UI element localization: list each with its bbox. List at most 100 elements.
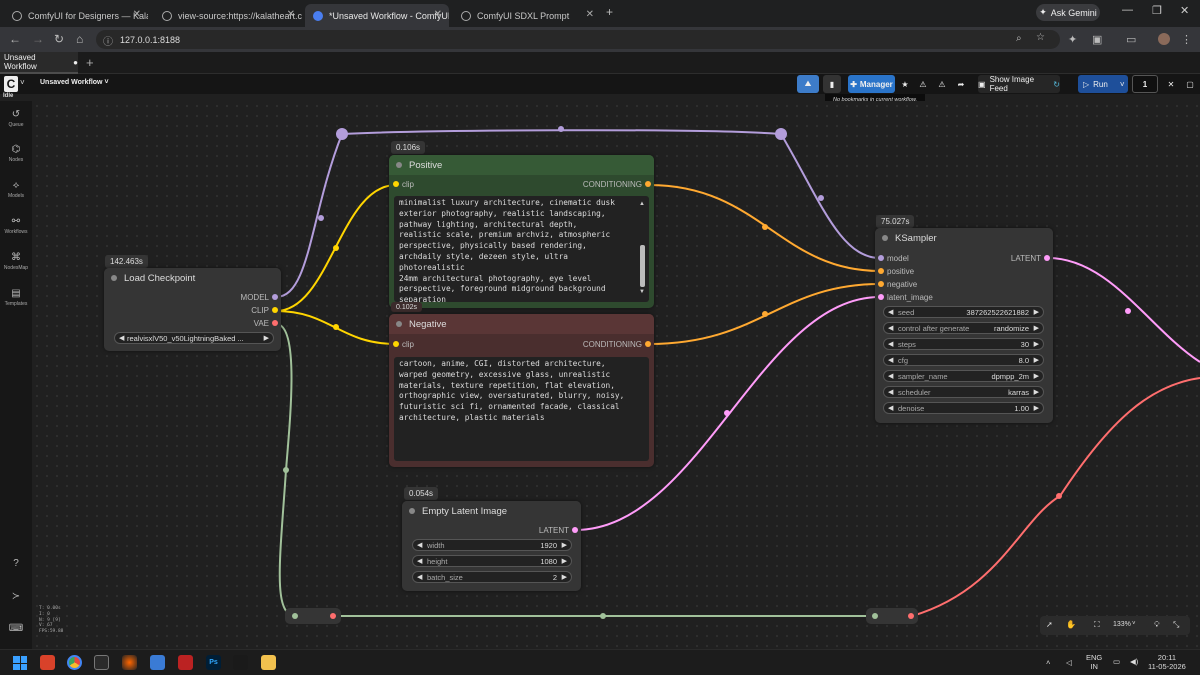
collapse-icon[interactable] — [882, 235, 888, 241]
photoshop-icon[interactable]: Ps — [206, 655, 221, 670]
negative-prompt-node[interactable]: Negative clip CONDITIONING cartoon, anim… — [389, 314, 654, 467]
filezilla-icon[interactable] — [178, 655, 193, 670]
wifi-icon[interactable]: ▭ — [1113, 657, 1120, 666]
node-header[interactable]: Negative — [389, 314, 654, 334]
ksampler-node[interactable]: KSampler model positive negative latent_… — [875, 228, 1053, 423]
file-explorer-icon[interactable] — [261, 655, 276, 670]
output-latent-dot[interactable] — [1044, 255, 1050, 261]
app-icon[interactable] — [233, 655, 248, 670]
arrow-right-icon[interactable]: ▶ — [562, 573, 567, 581]
reroute-node[interactable] — [775, 128, 787, 140]
output-dot[interactable] — [908, 613, 914, 619]
blender-icon[interactable] — [122, 655, 137, 670]
arrow-left-icon[interactable]: ◀ — [417, 557, 422, 565]
network-icon[interactable]: ◁ — [1066, 658, 1072, 667]
input-clip-dot[interactable] — [393, 341, 399, 347]
arrow-right-icon[interactable]: ▶ — [1034, 388, 1039, 396]
link-midpoint[interactable] — [762, 311, 768, 317]
link-midpoint[interactable] — [333, 245, 339, 251]
node-header[interactable]: Positive — [389, 155, 654, 175]
output-vae-dot[interactable] — [272, 320, 278, 326]
input-negative-dot[interactable] — [878, 281, 884, 287]
empty-latent-image-node[interactable]: Empty Latent Image LATENT ◀ width 1920 ▶… — [402, 501, 581, 591]
link-midpoint[interactable] — [818, 195, 824, 201]
collapse-icon[interactable] — [111, 275, 117, 281]
arrow-left-icon[interactable]: ◀ — [888, 404, 893, 412]
arrow-right-icon[interactable]: ▶ — [1034, 308, 1039, 316]
arrow-right-icon[interactable]: ▶ — [264, 334, 269, 342]
steps-widget[interactable]: ◀ steps 30 ▶ — [883, 338, 1044, 350]
output-model-dot[interactable] — [272, 294, 278, 300]
node-header[interactable]: KSampler — [875, 228, 1053, 248]
arrow-right-icon[interactable]: ▶ — [562, 557, 567, 565]
arrow-left-icon[interactable]: ◀ — [888, 388, 893, 396]
output-conditioning-dot[interactable] — [645, 341, 651, 347]
link-midpoint[interactable] — [600, 613, 606, 619]
windows-start-icon[interactable] — [13, 656, 27, 670]
reroute-node[interactable] — [336, 128, 348, 140]
seed-widget[interactable]: ◀ seed 387262522621882 ▶ — [883, 306, 1044, 318]
denoise-widget[interactable]: ◀ denoise 1.00 ▶ — [883, 402, 1044, 414]
hand-tool-icon[interactable]: ✋ — [1066, 620, 1076, 629]
control-after-generate-widget[interactable]: ◀ control after generate randomize ▶ — [883, 322, 1044, 334]
app-stack-icon[interactable] — [40, 655, 55, 670]
link-midpoint[interactable] — [1056, 493, 1062, 499]
chrome-icon[interactable] — [67, 655, 82, 670]
input-dot[interactable] — [872, 613, 878, 619]
width-widget[interactable]: ◀ width 1920 ▶ — [412, 539, 572, 551]
output-conditioning-dot[interactable] — [645, 181, 651, 187]
arrow-left-icon[interactable]: ◀ — [417, 573, 422, 581]
zoom-level[interactable]: 133% — [1113, 621, 1131, 628]
cfg-widget[interactable]: ◀ cfg 8.0 ▶ — [883, 354, 1044, 366]
chevron-up-icon[interactable]: ˄ — [1046, 658, 1050, 667]
arrow-right-icon[interactable]: ▶ — [1034, 356, 1039, 364]
clock[interactable]: 20:11 11-05-2026 — [1148, 653, 1186, 671]
collapse-icon[interactable] — [396, 321, 402, 327]
collapse-icon[interactable] — [409, 508, 415, 514]
fit-view-icon[interactable]: ⛶ — [1094, 620, 1100, 630]
arrow-right-icon[interactable]: ▶ — [1034, 340, 1039, 348]
input-model-dot[interactable] — [878, 255, 884, 261]
positive-prompt-node[interactable]: Positive clip CONDITIONING minimalist lu… — [389, 155, 654, 308]
link-midpoint[interactable] — [333, 324, 339, 330]
link-midpoint[interactable] — [558, 126, 564, 132]
arrow-left-icon[interactable]: ◀ — [888, 308, 893, 316]
input-latent-dot[interactable] — [878, 294, 884, 300]
prompt-textarea[interactable]: cartoon, anime, CGI, distorted architect… — [394, 357, 649, 461]
input-language[interactable]: ENG IN — [1086, 653, 1102, 671]
load-checkpoint-node[interactable]: Load Checkpoint MODEL CLIP VAE ◀ realvis… — [104, 268, 281, 351]
input-clip-dot[interactable] — [393, 181, 399, 187]
scheduler-widget[interactable]: ◀ scheduler karras ▶ — [883, 386, 1044, 398]
collapse-icon[interactable] — [396, 162, 402, 168]
volume-icon[interactable]: ◀︎) — [1130, 657, 1138, 666]
link-midpoint[interactable] — [724, 410, 730, 416]
lightbulb-icon[interactable]: 💡︎ — [1154, 620, 1160, 630]
photos-icon[interactable] — [150, 655, 165, 670]
batch-size-widget[interactable]: ◀ batch_size 2 ▶ — [412, 571, 572, 583]
ckpt-name-combo[interactable]: ◀ realvisxlV50_v50LightningBaked ... ▶ — [114, 332, 274, 344]
arrow-left-icon[interactable]: ◀ — [888, 324, 893, 332]
input-positive-dot[interactable] — [878, 268, 884, 274]
reroute-node[interactable] — [285, 608, 341, 624]
terminal-icon[interactable] — [94, 655, 109, 670]
sampler-name-widget[interactable]: ◀ sampler_name dpmpp_2m ▶ — [883, 370, 1044, 382]
arrow-right-icon[interactable]: ▶ — [1034, 404, 1039, 412]
link-midpoint[interactable] — [318, 215, 324, 221]
arrow-right-icon[interactable]: ▶ — [1034, 372, 1039, 380]
arrow-left-icon[interactable]: ◀ — [417, 541, 422, 549]
link-midpoint[interactable] — [283, 467, 289, 473]
arrow-left-icon[interactable]: ◀ — [888, 340, 893, 348]
chevron-down-icon[interactable]: ˅ — [1132, 621, 1136, 627]
scrollbar[interactable]: ▲ ▼ — [639, 201, 645, 297]
output-dot[interactable] — [330, 613, 336, 619]
node-header[interactable]: Load Checkpoint — [104, 268, 281, 288]
latent-out-link[interactable] — [1047, 257, 1200, 363]
arrow-left-icon[interactable]: ◀ — [119, 334, 124, 342]
arrow-right-icon[interactable]: ▶ — [1034, 324, 1039, 332]
input-dot[interactable] — [292, 613, 298, 619]
reroute-node[interactable] — [866, 608, 918, 624]
link-midpoint[interactable] — [1125, 308, 1131, 314]
arrow-right-icon[interactable]: ▶ — [562, 541, 567, 549]
node-header[interactable]: Empty Latent Image — [402, 501, 581, 521]
output-latent-dot[interactable] — [572, 527, 578, 533]
